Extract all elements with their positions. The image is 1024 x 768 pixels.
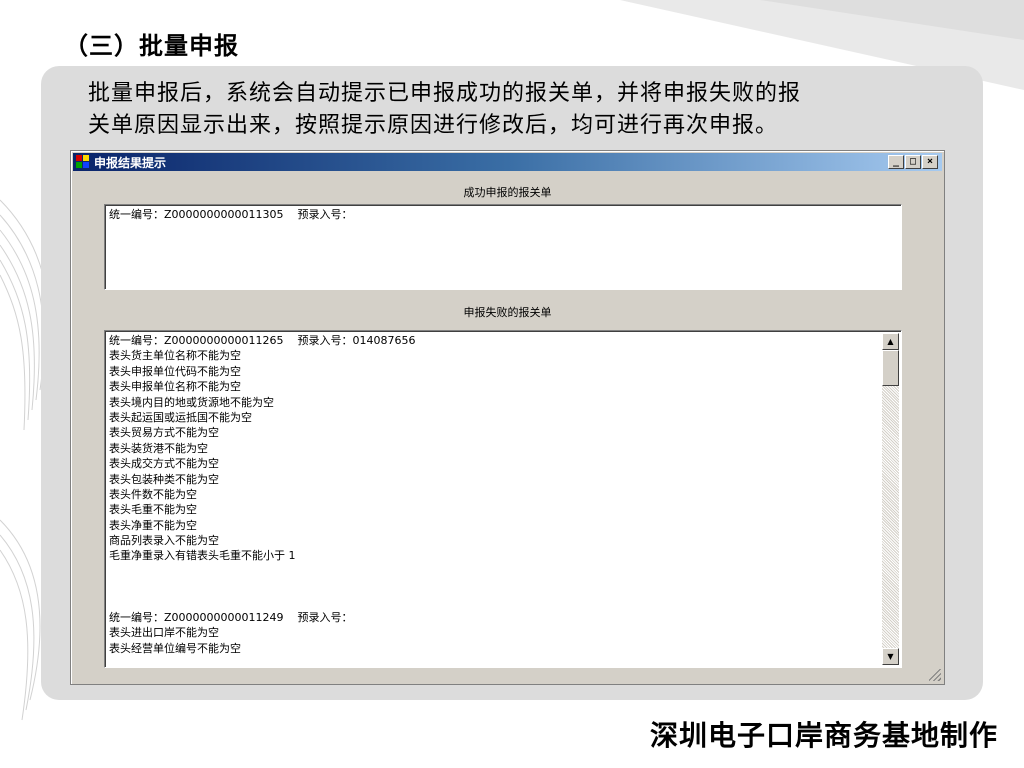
failure-list[interactable]: 统一编号：Z0000000000011265 预录入号：014087656 表头货…: [104, 330, 902, 668]
window-title: 申报结果提示: [94, 155, 167, 170]
failure-line: 表头起运国或运抵国不能为空: [109, 410, 252, 424]
failure-line: [109, 579, 881, 594]
failure-line: 表头境内目的地或货源地不能为空: [109, 395, 274, 409]
failure-line: 表头申报单位代码不能为空: [109, 364, 241, 378]
slide-title: （三）批量申报: [64, 32, 239, 60]
minimize-button[interactable]: _: [888, 155, 904, 169]
failure-line: 统一编号：Z0000000000011249 预录入号：: [109, 611, 353, 625]
failure-line: 表头申报单位名称不能为空: [109, 380, 241, 394]
failure-line: 统一编号：Z0000000000011265 预录入号：014087656: [109, 334, 416, 347]
failure-line: 商品列表录入不能为空: [109, 534, 219, 548]
failure-section-label: 申报失败的报关单: [463, 306, 552, 319]
success-section-label: 成功申报的报关单: [463, 186, 552, 199]
close-button[interactable]: ×: [922, 155, 938, 169]
footer-credit: 深圳电子口岸商务基地制作: [649, 719, 998, 752]
success-list[interactable]: 统一编号：Z0000000000011305 预录入号：: [104, 204, 902, 290]
failure-line: [109, 564, 881, 579]
app-icon: [76, 155, 90, 169]
failure-line: 表头货主单位名称不能为空: [109, 349, 241, 363]
intro-text: 批量申报后，系统会自动提示已申报成功的报关单，并将申报失败的报 关单原因显示出来…: [88, 78, 938, 142]
failure-line: 表头毛重不能为空: [109, 503, 197, 517]
success-line: 统一编号：Z0000000000011305 预录入号：: [109, 208, 353, 221]
failure-list-scrollbar[interactable]: ▲ ▼: [882, 333, 899, 665]
failure-line: [109, 595, 881, 610]
failure-line: 毛重净重录入有错表头毛重不能小于 1: [109, 549, 296, 563]
failure-line: 表头贸易方式不能为空: [109, 426, 219, 440]
failure-line: 表头装货港不能为空: [109, 441, 208, 455]
failure-line: 表头净重不能为空: [109, 518, 197, 532]
intro-line-2: 关单原因显示出来，按照提示原因进行修改后，均可进行再次申报。: [88, 113, 779, 138]
declaration-result-window: 申报结果提示 _ □ × 成功申报的报关单 统一编号：Z000000000001…: [70, 150, 945, 685]
failure-line: 表头包装种类不能为空: [109, 472, 219, 486]
window-title-bar[interactable]: 申报结果提示 _ □ ×: [73, 153, 942, 171]
scroll-down-button[interactable]: ▼: [882, 648, 899, 665]
failure-line: 表头件数不能为空: [109, 487, 197, 501]
failure-line: 表头成交方式不能为空: [109, 457, 219, 471]
scroll-up-button[interactable]: ▲: [882, 333, 899, 350]
resize-grip[interactable]: [929, 669, 941, 681]
intro-line-1: 批量申报后，系统会自动提示已申报成功的报关单，并将申报失败的报: [88, 81, 802, 106]
failure-line: 表头经营单位编号不能为空: [109, 641, 241, 655]
failure-line: 表头进出口岸不能为空: [109, 626, 219, 640]
maximize-button[interactable]: □: [905, 155, 921, 169]
scroll-thumb[interactable]: [882, 350, 899, 386]
failure-lines: 统一编号：Z0000000000011265 预录入号：014087656 表头货…: [109, 333, 881, 656]
